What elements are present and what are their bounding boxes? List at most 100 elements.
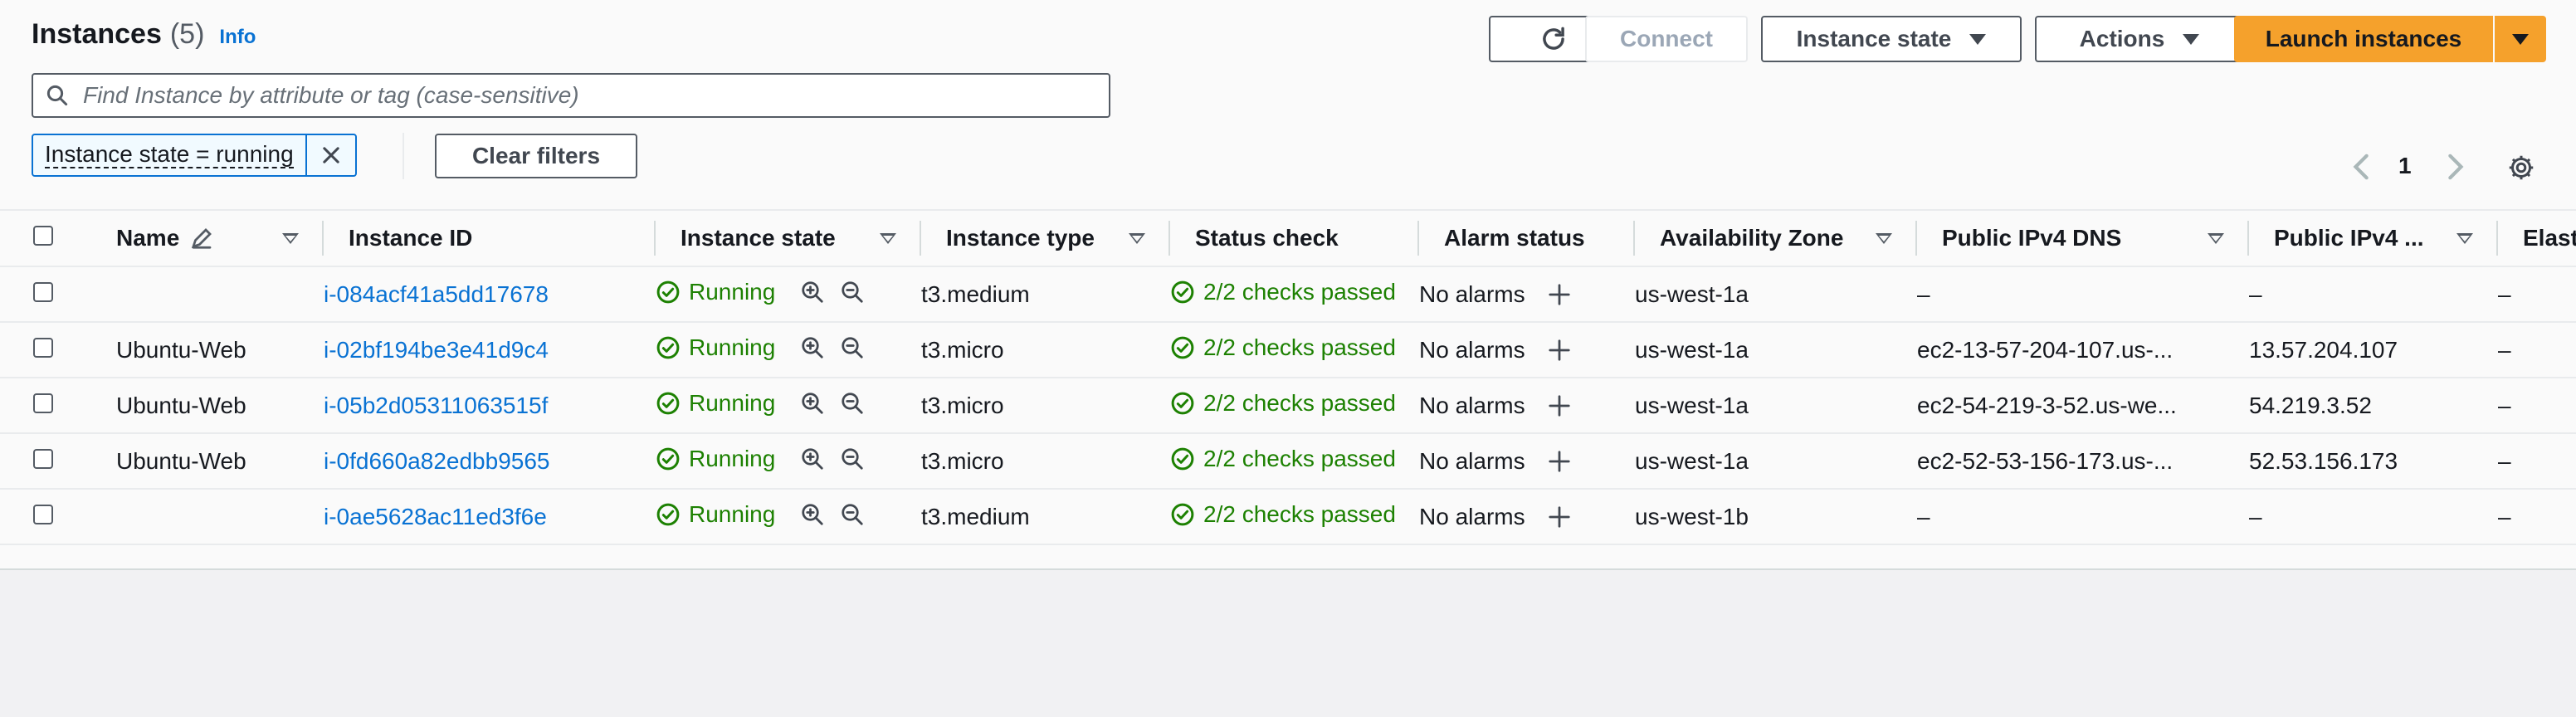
public-ipv4-address: 52.53.156.173 <box>2249 447 2398 474</box>
zoom-in-icon[interactable] <box>800 391 825 416</box>
alarm-status: No alarms <box>1419 504 1572 530</box>
sort-caret-icon <box>2208 233 2224 244</box>
page-number[interactable]: 1 <box>2398 153 2412 179</box>
column-header-instance-id[interactable]: Instance ID <box>324 210 656 266</box>
check-circle-icon <box>656 503 680 525</box>
availability-zone: us-west-1a <box>1635 447 1749 474</box>
table-row[interactable]: Ubuntu-Web i-05b2d05311063515f Running t… <box>0 378 2576 433</box>
instance-type: t3.micro <box>921 392 1004 418</box>
instance-id-link[interactable]: i-0ae5628ac11ed3f6e <box>324 504 547 529</box>
instances-panel: Instances (5) Info Connect Instance stat… <box>0 0 2576 568</box>
row-select-cell <box>0 489 91 544</box>
column-label: Public IPv4 ... <box>2274 225 2424 251</box>
zoom-in-icon[interactable] <box>800 502 825 527</box>
actions-dropdown[interactable]: Actions <box>2035 16 2244 62</box>
plus-icon[interactable] <box>1547 282 1572 307</box>
plus-icon[interactable] <box>1547 393 1572 418</box>
zoom-out-icon[interactable] <box>840 502 865 527</box>
instance-id-link[interactable]: i-0fd660a82edbb9565 <box>324 448 549 474</box>
search-box[interactable] <box>32 73 1110 118</box>
column-header-instance-type[interactable]: Instance type <box>921 210 1170 266</box>
info-link[interactable]: Info <box>219 26 256 49</box>
table-row[interactable]: Ubuntu-Web i-02bf194be3e41d9c4 Running t… <box>0 322 2576 378</box>
row-checkbox[interactable] <box>33 281 53 302</box>
instance-type: t3.medium <box>921 280 1030 307</box>
search-input[interactable] <box>81 81 1081 110</box>
instance-state: Running <box>656 446 775 472</box>
elastic-ip: – <box>2498 336 2511 363</box>
column-header-elastic-ip[interactable]: Elast <box>2498 210 2576 266</box>
column-label: Alarm status <box>1444 225 1585 251</box>
connect-button[interactable]: Connect <box>1585 16 1748 62</box>
instance-id-link[interactable]: i-05b2d05311063515f <box>324 393 548 418</box>
instances-table: Name Instance ID Instance state Instance… <box>0 209 2576 545</box>
chevron-left-icon[interactable] <box>2350 153 2374 181</box>
status-check: 2/2 checks passed <box>1170 279 1396 305</box>
status-check-label: 2/2 checks passed <box>1203 445 1396 471</box>
zoom-out-icon[interactable] <box>840 446 865 471</box>
remove-filter-button[interactable] <box>305 135 355 175</box>
caret-down-icon <box>2183 33 2200 45</box>
column-header-availability-zone[interactable]: Availability Zone <box>1635 210 1917 266</box>
public-ipv4-dns: ec2-13-57-204-107.us-... <box>1917 336 2174 363</box>
column-label: Availability Zone <box>1660 225 1844 251</box>
caret-down-icon <box>1969 33 1987 45</box>
plus-icon[interactable] <box>1547 505 1572 529</box>
column-header-name[interactable]: Name <box>91 210 324 266</box>
zoom-out-icon[interactable] <box>840 335 865 360</box>
row-checkbox[interactable] <box>33 337 53 358</box>
row-checkbox[interactable] <box>33 448 53 469</box>
launch-instances-button[interactable]: Launch instances <box>2234 16 2493 62</box>
column-header-status-check[interactable]: Status check <box>1170 210 1419 266</box>
row-select-cell <box>0 378 91 433</box>
instance-id-link[interactable]: i-084acf41a5dd17678 <box>324 281 549 307</box>
instance-id-link[interactable]: i-02bf194be3e41d9c4 <box>324 337 549 363</box>
sort-caret-icon <box>282 233 299 244</box>
availability-zone: us-west-1b <box>1635 503 1749 529</box>
search-icon <box>46 85 68 106</box>
zoom-in-icon[interactable] <box>800 335 825 360</box>
column-label: Instance ID <box>349 225 473 251</box>
table-row[interactable]: i-084acf41a5dd17678 Running t3.medium 2/… <box>0 266 2576 322</box>
zoom-out-icon[interactable] <box>840 280 865 305</box>
filter-divider <box>402 133 404 179</box>
instance-state-dropdown[interactable]: Instance state <box>1761 16 2022 62</box>
public-ipv4-address: – <box>2249 280 2262 307</box>
instance-name: Ubuntu-Web <box>116 392 246 418</box>
launch-options-dropdown[interactable] <box>2495 16 2546 62</box>
table-row[interactable]: Ubuntu-Web i-0fd660a82edbb9565 Running t… <box>0 433 2576 489</box>
status-check-label: 2/2 checks passed <box>1203 278 1396 305</box>
clear-filters-button[interactable]: Clear filters <box>435 134 637 178</box>
column-label: Instance type <box>946 225 1095 251</box>
sort-caret-icon <box>2456 233 2473 244</box>
column-header-instance-state[interactable]: Instance state <box>656 210 921 266</box>
alarm-status-label: No alarms <box>1419 447 1525 474</box>
column-header-public-ipv4-dns[interactable]: Public IPv4 DNS <box>1917 210 2249 266</box>
plus-icon[interactable] <box>1547 449 1572 474</box>
caret-down-icon <box>2512 33 2529 45</box>
zoom-in-icon[interactable] <box>800 446 825 471</box>
public-ipv4-address: – <box>2249 503 2262 529</box>
status-check: 2/2 checks passed <box>1170 334 1396 361</box>
column-header-alarm-status[interactable]: Alarm status <box>1419 210 1635 266</box>
column-label: Elast <box>2523 225 2576 251</box>
zoom-in-icon[interactable] <box>800 280 825 305</box>
instance-state-label: Running <box>689 500 776 527</box>
row-checkbox[interactable] <box>33 504 53 524</box>
table-row[interactable]: i-0ae5628ac11ed3f6e Running t3.medium 2/… <box>0 489 2576 544</box>
alarm-status-label: No alarms <box>1419 280 1525 307</box>
gear-icon[interactable] <box>2506 153 2536 183</box>
row-checkbox[interactable] <box>33 393 53 413</box>
status-check-label: 2/2 checks passed <box>1203 334 1396 360</box>
filter-token: Instance state = running <box>32 134 357 177</box>
instance-state-label: Running <box>689 445 776 471</box>
chevron-right-icon[interactable] <box>2443 153 2466 181</box>
plus-icon[interactable] <box>1547 338 1572 363</box>
filter-token-label[interactable]: Instance state = running <box>33 135 305 175</box>
zoom-out-icon[interactable] <box>840 391 865 416</box>
select-all-cell <box>0 210 91 266</box>
public-ipv4-address: 54.219.3.52 <box>2249 392 2372 418</box>
column-label: Status check <box>1195 225 1339 251</box>
column-header-public-ipv4[interactable]: Public IPv4 ... <box>2249 210 2498 266</box>
select-all-checkbox[interactable] <box>33 226 53 246</box>
